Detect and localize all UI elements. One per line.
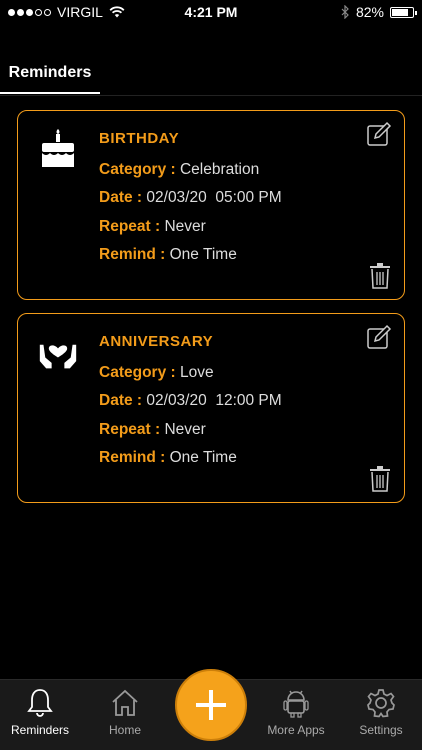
repeat-value: Never [164,421,206,438]
category-value: Love [179,364,214,381]
heart-hands-icon [39,344,77,369]
reminder-title: BIRTHDAY [99,130,180,147]
tab-reminders[interactable]: Reminders [0,64,100,94]
reminder-card[interactable]: BIRTHDAY Category : Celebration Date : 0… [17,110,405,300]
bluetooth-icon [341,5,349,19]
reminder-card[interactable]: ANNIVERSARY Category : Love Date : 02/03… [17,313,405,503]
category-label: Category : [99,364,176,381]
battery-icon [390,6,417,18]
cake-icon [42,129,74,167]
gear-icon [367,689,395,718]
repeat-label: Repeat : [99,421,161,438]
nav-reminders[interactable]: Reminders [0,688,80,737]
date-row: Date : 02/03/20 05:00 PM [99,189,282,207]
status-bar: VIRGIL 4:21 PM 82% [0,0,422,22]
nav-label: Settings [359,723,403,737]
date-row: Date : 02/03/20 12:00 PM [99,392,282,410]
nav-label: Reminders [10,723,70,737]
nav-label: More Apps [267,723,325,737]
nav-settings[interactable]: Settings [341,688,421,737]
remind-value: One Time [169,246,237,263]
reminder-title: ANNIVERSARY [99,333,214,350]
repeat-value: Never [164,218,206,235]
repeat-row: Repeat : Never [99,421,206,439]
nav-home[interactable]: Home [85,688,165,737]
remind-label: Remind : [99,246,166,263]
category-value: Celebration [179,161,260,178]
repeat-label: Repeat : [99,218,161,235]
add-reminder-button[interactable] [175,669,247,741]
remind-row: Remind : One Time [99,449,237,467]
remind-label: Remind : [99,449,166,466]
top-tab-bar: Reminders [0,52,422,96]
trash-icon[interactable] [369,263,391,289]
repeat-row: Repeat : Never [99,218,206,236]
date-value: 02/03/20 05:00 PM [146,189,282,206]
remind-value: One Time [169,449,237,466]
category-label: Category : [99,161,176,178]
edit-icon[interactable] [366,324,392,350]
trash-icon[interactable] [369,466,391,492]
nav-label: Home [108,723,141,737]
category-row: Category : Celebration [99,161,259,179]
bell-icon [27,689,53,717]
edit-icon[interactable] [366,121,392,147]
android-icon [283,690,309,718]
category-row: Category : Love [99,364,214,382]
home-icon [112,689,138,716]
date-label: Date : [99,392,143,409]
date-label: Date : [99,189,143,206]
date-value: 02/03/20 12:00 PM [146,392,282,409]
plus-icon [196,690,226,720]
nav-more-apps[interactable]: More Apps [256,688,336,737]
battery-percent: 82% [355,4,384,20]
remind-row: Remind : One Time [99,246,237,264]
status-right: 82% [341,4,417,20]
